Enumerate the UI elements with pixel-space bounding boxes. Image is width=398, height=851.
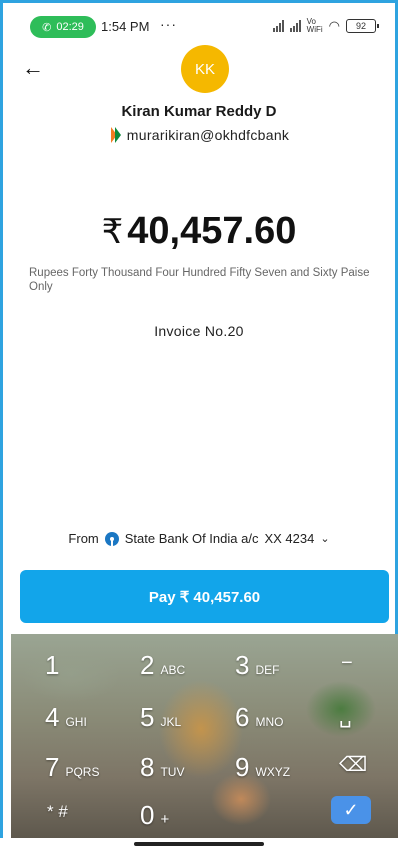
upi-id-row: murarikiran@okhdfcbank [0,127,398,143]
signal-icon [272,20,284,32]
key-3[interactable]: 3 DEF [235,650,279,681]
key-2[interactable]: 2 ABC [140,650,185,681]
battery-level: 92 [355,21,366,31]
status-icons: Vo WiFi ◠ 92 [272,17,379,34]
status-bar: ✆ 02:29 1:54 PM ··· Vo WiFi ◠ 92 [0,14,398,40]
clock: 1:54 PM [101,19,150,34]
key-6[interactable]: 6 MNO [235,702,283,733]
chevron-down-icon: ⌄ [320,533,330,545]
key-letters: MNO [255,715,284,729]
key-8[interactable]: 8 TUV [140,752,184,783]
numeric-keypad: 1 2 ABC 3 DEF − 4 GHI 5 JKL 6 MNO ␣ 7 PQRS 8 TU… [11,634,398,840]
key-digit: 2 [140,650,155,680]
key-symbol: * # [47,802,68,821]
space-icon: ␣ [339,706,352,728]
from-account-selector[interactable]: From State Bank Of India a/c XX 4234 ⌄ [0,531,398,546]
key-1[interactable]: 1 [45,650,59,681]
vowifi-icon: Vo WiFi [306,17,323,34]
key-digit: 1 [45,650,60,680]
payee-name: Kiran Kumar Reddy D [121,103,277,120]
signal-icon-2 [289,20,301,32]
backspace-key[interactable]: ⌫ [339,752,367,777]
wifi-icon: ◠ [328,18,340,33]
key-letters: GHI [65,715,87,729]
key-digit: 7 [45,752,60,782]
back-arrow-icon[interactable]: ← [22,55,44,81]
checkmark-icon[interactable]: ✓ [331,796,371,824]
key-letters: ABC [160,663,186,677]
key-digit: 5 [140,702,155,732]
upi-logo-icon [110,127,121,143]
key-letters: PQRS [65,765,100,779]
key-letters: DEF [255,663,280,677]
phone-icon: ✆ [42,21,52,34]
home-indicator[interactable] [134,842,264,846]
bank-name: State Bank Of India a/c [124,531,259,546]
more-notifications-icon: ··· [160,16,177,32]
ongoing-call-pill[interactable]: ✆ 02:29 [30,16,96,38]
key-digit: 3 [235,650,250,680]
payment-amount[interactable]: ₹40,457.60 [0,210,398,253]
payment-note[interactable]: Invoice No.20 [0,323,398,339]
key-letters: TUV [160,765,185,779]
star-hash-key[interactable]: * # [47,802,68,822]
from-label: From [68,531,99,546]
call-timer: 02:29 [56,21,84,33]
upi-id: murarikiran@okhdfcbank [126,127,290,143]
key-letters: JKL [160,715,182,729]
key-letters: + [160,811,170,828]
key-digit: 4 [45,702,60,732]
space-key[interactable]: ␣ [339,704,352,729]
key-7[interactable]: 7 PQRS [45,752,99,783]
key-letters: WXYZ [255,765,291,779]
sbi-bank-icon [104,531,119,546]
minus-icon: − [341,652,353,674]
backspace-icon: ⌫ [339,754,368,776]
key-digit: 8 [140,752,155,782]
key-9[interactable]: 9 WXYZ [235,752,290,783]
minus-key[interactable]: − [341,652,353,675]
payee-avatar: KK [181,45,229,93]
key-5[interactable]: 5 JKL [140,702,181,733]
pay-button[interactable]: Pay ₹ 40,457.60 [20,570,389,623]
rupee-symbol: ₹ [101,213,124,251]
avatar-initials: KK [194,60,215,78]
amount-in-words: Rupees Forty Thousand Four Hundred Fifty… [29,267,370,293]
key-digit: 0 [140,800,155,830]
key-0[interactable]: 0 + [140,800,169,831]
key-digit: 6 [235,702,250,732]
amount-value: 40,457.60 [127,210,297,252]
key-4[interactable]: 4 GHI [45,702,87,733]
battery-icon: 92 [346,19,379,33]
account-number: XX 4234 [264,531,315,546]
key-digit: 9 [235,752,250,782]
